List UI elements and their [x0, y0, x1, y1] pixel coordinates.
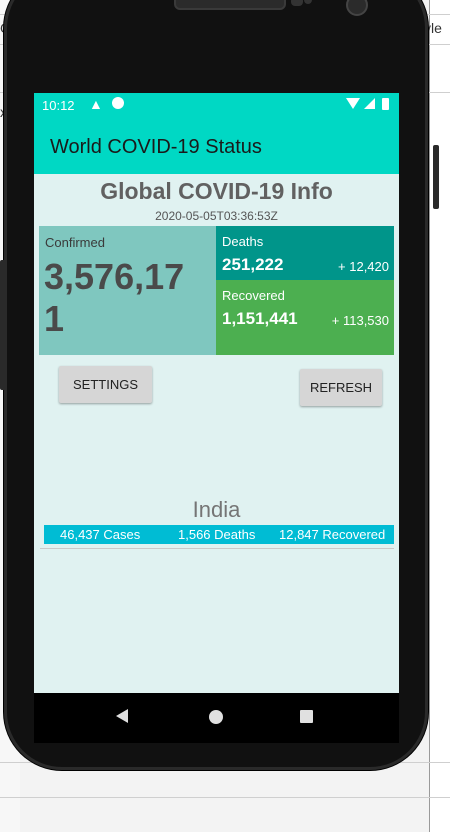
- sensor: [304, 0, 312, 4]
- app-bar: World COVID-19 Status: [34, 117, 399, 174]
- sensor: [291, 0, 303, 6]
- signal-icon: [364, 98, 375, 109]
- camera-icon: [346, 0, 368, 16]
- refresh-button[interactable]: REFRESH: [300, 369, 382, 406]
- device-screen: 10:12 ▲ World COVID-19 Status Global COV…: [34, 93, 399, 743]
- recovered-label: Recovered: [222, 288, 285, 303]
- navigation-bar: [34, 693, 399, 743]
- recovered-delta: + 113,530: [331, 313, 389, 328]
- recovered-value: 1,151,441: [222, 309, 298, 328]
- deaths-label: Deaths: [222, 234, 264, 249]
- global-timestamp: 2020-05-05T03:36:53Z: [155, 209, 278, 223]
- desktop-right-edge: [429, 0, 450, 832]
- main-content: Global COVID-19 Info 2020-05-05T03:36:53…: [34, 174, 399, 693]
- volume-button[interactable]: [0, 260, 6, 390]
- confirmed-tile: Confirmed 3,576,171: [39, 226, 216, 355]
- battery-icon: [382, 98, 389, 110]
- confirmed-value: 3,576,171: [44, 256, 185, 339]
- speaker-grille: [174, 0, 286, 10]
- deaths-tile: Deaths 251,222 + 12,420: [216, 226, 394, 280]
- deaths-value: 251,222: [222, 255, 284, 274]
- confirmed-label: Confirmed: [45, 235, 105, 250]
- list-divider: [40, 548, 394, 549]
- warning-icon: ▲: [89, 96, 103, 112]
- power-button[interactable]: [433, 145, 439, 209]
- country-deaths: 1,566 Deaths: [178, 527, 256, 542]
- country-cases: 46,437 Cases: [60, 527, 141, 542]
- status-bar: 10:12 ▲: [34, 93, 399, 117]
- recovered-tile: Recovered 1,151,441 + 113,530: [216, 280, 394, 355]
- country-name: India: [192, 497, 241, 522]
- deaths-delta: + 12,420: [338, 259, 389, 274]
- wifi-icon: [346, 98, 360, 109]
- home-icon[interactable]: [209, 710, 223, 724]
- app-title: World COVID-19 Status: [50, 136, 262, 158]
- country-stats-bar: 46,437 Cases 1,566 Deaths 12,847 Recover…: [44, 525, 394, 544]
- app-notification-icon: [112, 97, 124, 109]
- country-recovered: 12,847 Recovered: [279, 527, 386, 542]
- status-time: 10:12: [42, 98, 75, 113]
- settings-button[interactable]: SETTINGS: [59, 366, 152, 403]
- desktop-divider: [0, 797, 450, 798]
- recents-icon[interactable]: [300, 710, 313, 723]
- back-icon[interactable]: [116, 709, 128, 723]
- global-title: Global COVID-19 Info: [100, 178, 333, 204]
